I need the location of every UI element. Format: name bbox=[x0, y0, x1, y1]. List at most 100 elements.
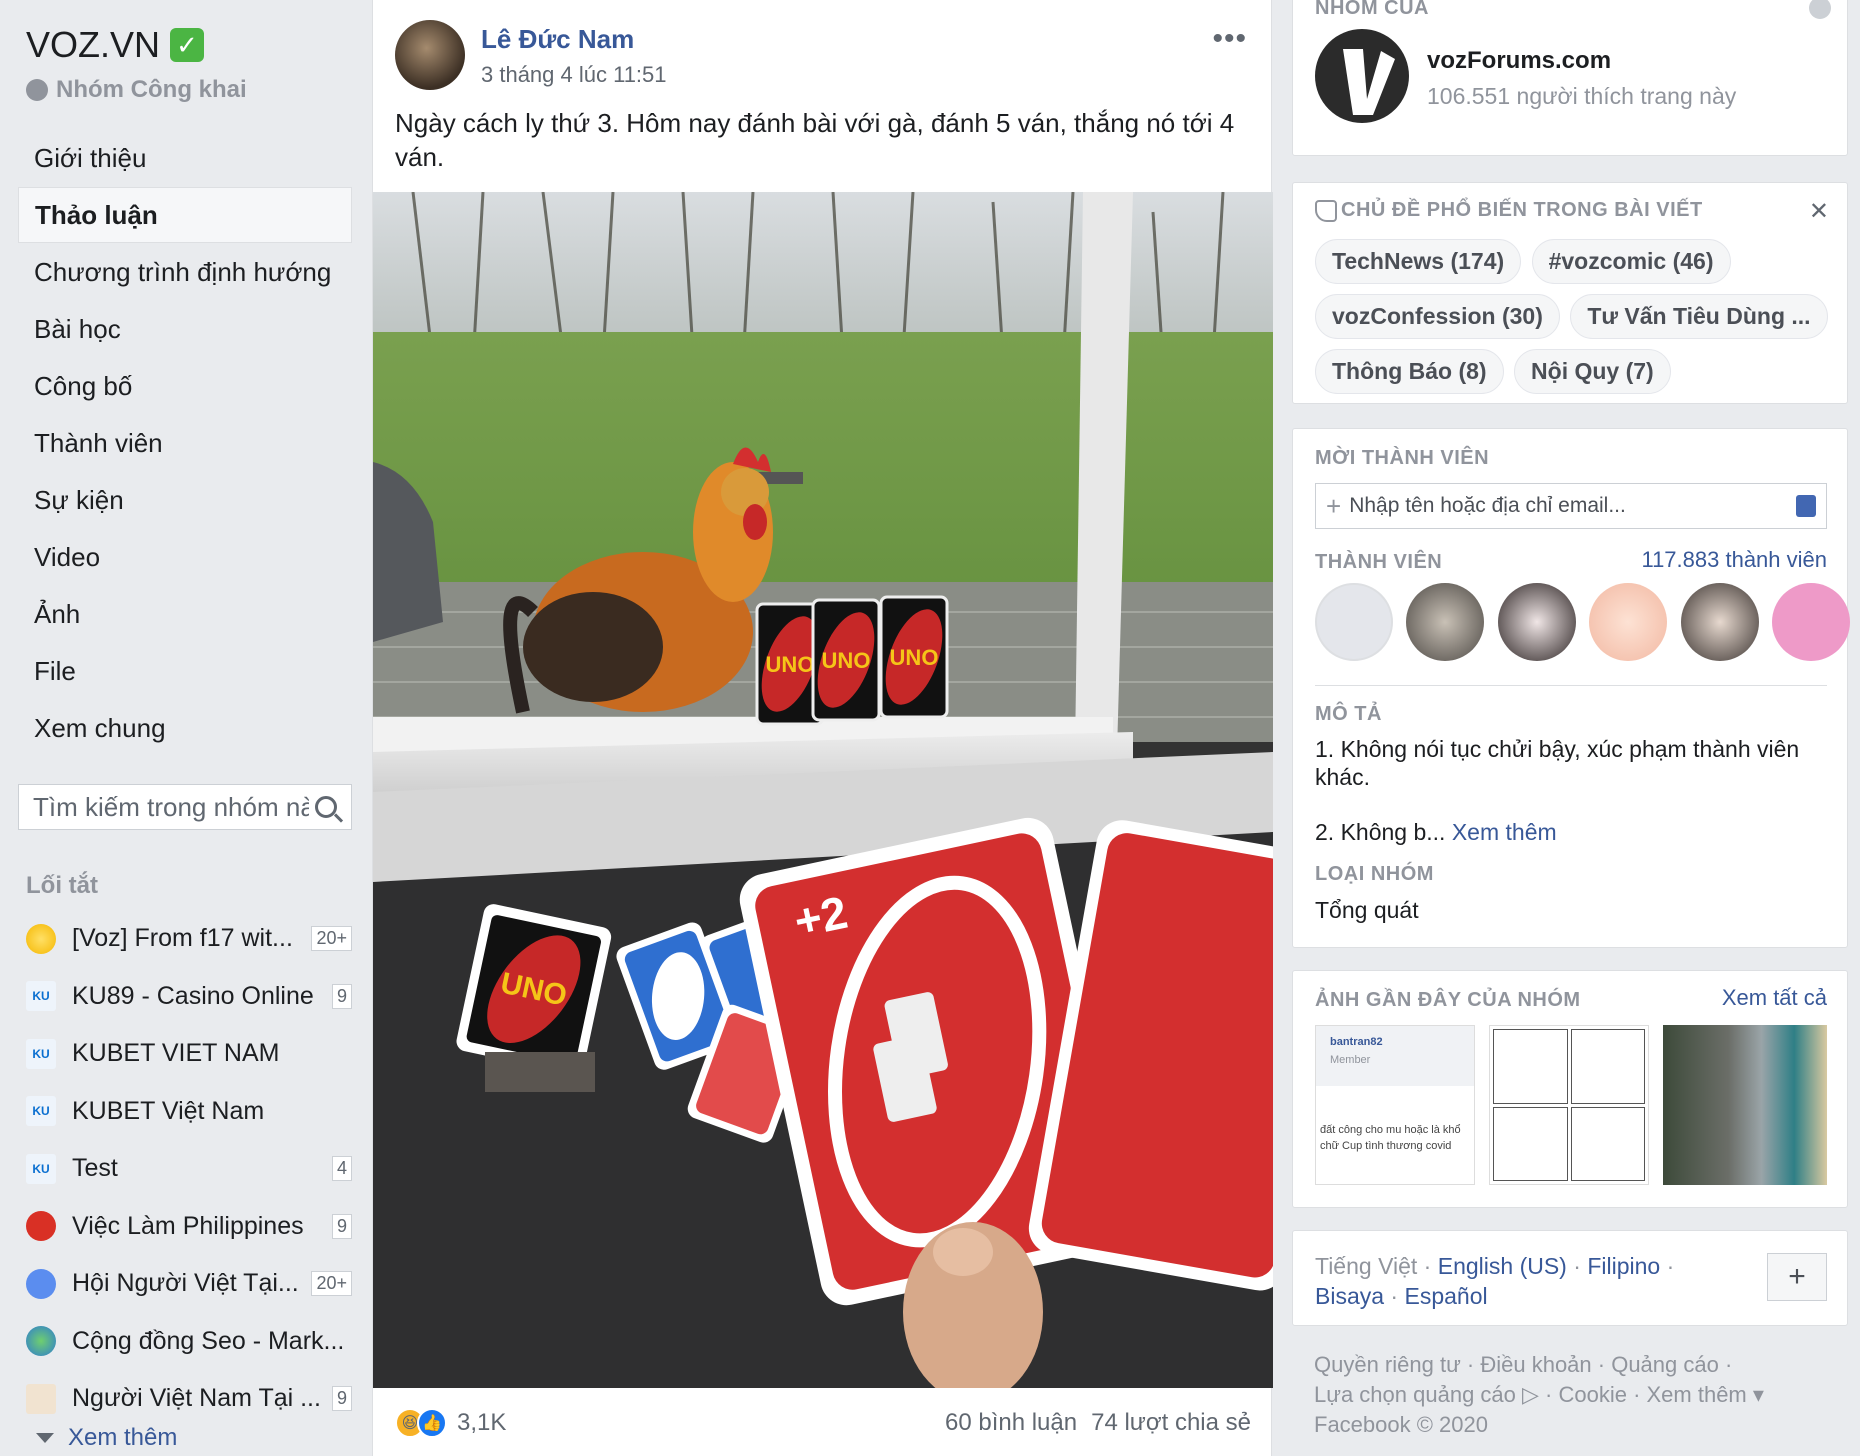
nav-item-videos[interactable]: Video bbox=[18, 529, 352, 585]
add-language-button[interactable]: + bbox=[1767, 1253, 1827, 1301]
post-author[interactable]: Lê Đức Nam bbox=[481, 24, 634, 55]
avatar[interactable] bbox=[1772, 583, 1851, 661]
shortcut-label: [Voz] From f17 wit... bbox=[72, 924, 293, 953]
language-option[interactable]: English (US) bbox=[1438, 1253, 1567, 1279]
topic-chips: TechNews (174) #vozcomic (46) vozConfess… bbox=[1315, 239, 1835, 404]
globe-icon bbox=[26, 79, 48, 101]
nav-item-files[interactable]: File bbox=[18, 643, 352, 699]
description-line-1: 1. Không nói tục chửi bậy, xúc phạm thàn… bbox=[1315, 736, 1800, 790]
topic-chip[interactable]: #vozcomic (46) bbox=[1531, 239, 1731, 284]
search-icon[interactable] bbox=[315, 796, 337, 818]
group-owner-card: NHÓM CỦA vozForums.com 106.551 người thí… bbox=[1292, 0, 1848, 156]
nav-item-lessons[interactable]: Bài học bbox=[18, 301, 352, 357]
member-avatars bbox=[1315, 583, 1859, 666]
shortcut-item[interactable]: Hội Người Việt Tại... 20+ bbox=[26, 1255, 352, 1313]
footer-line-1[interactable]: Quyền riêng tư · Điều khoản · Quảng cáo … bbox=[1314, 1350, 1834, 1380]
sun-icon bbox=[26, 923, 56, 954]
page-name[interactable]: vozForums.com bbox=[1427, 47, 1611, 75]
group-type-title: LOẠI NHÓM bbox=[1315, 863, 1434, 885]
shortcut-label: KU89 - Casino Online bbox=[72, 981, 314, 1010]
recent-photos-title: ẢNH GẦN ĐÂY CỦA NHÓM bbox=[1315, 989, 1581, 1011]
post-text: Ngày cách ly thứ 3. Hôm nay đánh bài với… bbox=[395, 108, 1235, 172]
tag-icon bbox=[1315, 199, 1337, 222]
language-option[interactable]: Español bbox=[1405, 1283, 1488, 1309]
nav-item-members[interactable]: Thành viên bbox=[18, 415, 352, 471]
description-see-more[interactable]: Xem thêm bbox=[1452, 819, 1557, 845]
uno-card-label: UNO bbox=[890, 645, 939, 670]
shortcut-item[interactable]: KU KUBET Việt Nam bbox=[26, 1083, 352, 1141]
footer-line-2[interactable]: Lựa chọn quảng cáo ▷ · Cookie · Xem thêm… bbox=[1314, 1380, 1834, 1410]
post-timestamp[interactable]: 3 tháng 4 lúc 11:51 bbox=[481, 62, 667, 88]
nav-item-watch-party[interactable]: Xem chung bbox=[18, 700, 352, 756]
photo-thumbnail[interactable] bbox=[1663, 1025, 1827, 1185]
post-photo[interactable]: UNO UNO UNO UNO +2 bbox=[373, 192, 1273, 1388]
post-options-icon[interactable]: ••• bbox=[1212, 22, 1247, 56]
topic-chip[interactable]: Tư Vấn Tiêu Dùng ... bbox=[1570, 294, 1828, 339]
shortcut-item[interactable]: Cộng đồng Seo - Mark... bbox=[26, 1313, 352, 1371]
page-likes: 106.551 người thích trang này bbox=[1427, 83, 1737, 109]
description-truncated: 2. Không b... bbox=[1315, 819, 1446, 845]
like-reaction-icon[interactable]: 👍 bbox=[417, 1408, 447, 1438]
uno-card-label: UNO bbox=[766, 652, 815, 677]
address-book-icon[interactable] bbox=[1796, 495, 1816, 517]
nav-item-about[interactable]: Giới thiệu bbox=[18, 130, 352, 186]
owner-heading: NHÓM CỦA bbox=[1315, 0, 1429, 19]
language-option[interactable]: Filipino bbox=[1587, 1253, 1660, 1279]
avatar[interactable] bbox=[1497, 583, 1576, 661]
house-icon bbox=[26, 1383, 56, 1414]
topic-chip[interactable]: Nội Quy (7) bbox=[1514, 349, 1671, 394]
avatar[interactable] bbox=[1589, 583, 1668, 661]
shortcut-badge: 9 bbox=[331, 1386, 352, 1412]
vozforums-logo[interactable] bbox=[1315, 29, 1409, 123]
avatar[interactable] bbox=[1315, 583, 1393, 661]
language-list: Tiếng Việt · English (US) · Filipino · B… bbox=[1315, 1253, 1675, 1309]
topic-chip[interactable]: vozConfession (30) bbox=[1315, 294, 1560, 339]
shortcut-item[interactable]: Người Việt Nam Tại ... 9 bbox=[26, 1370, 352, 1428]
author-avatar[interactable] bbox=[395, 20, 465, 90]
shortcut-label: Việc Làm Philippines bbox=[72, 1211, 304, 1240]
ku-logo-icon: KU bbox=[26, 981, 56, 1012]
photo-thumbnail[interactable] bbox=[1489, 1025, 1649, 1185]
v-logo-icon bbox=[1343, 49, 1395, 115]
members-title: THÀNH VIÊN bbox=[1315, 551, 1443, 573]
avatar[interactable] bbox=[1406, 583, 1485, 661]
comments-count[interactable]: 60 bình luận bbox=[945, 1409, 1077, 1437]
group-name[interactable]: VOZ.VN bbox=[26, 24, 160, 66]
close-icon[interactable]: ✕ bbox=[1809, 197, 1829, 226]
topics-header: CHỦ ĐỀ PHỔ BIẾN TRONG BÀI VIẾT bbox=[1315, 199, 1703, 222]
shortcut-item[interactable]: KU Test 4 bbox=[26, 1140, 352, 1198]
shortcut-label: Người Việt Nam Tại ... bbox=[72, 1384, 321, 1413]
group-search-input[interactable]: Tìm kiếm trong nhóm này bbox=[18, 784, 352, 830]
group-title[interactable]: VOZ.VN ✓ bbox=[26, 24, 205, 66]
shortcuts-see-more[interactable]: Xem thêm bbox=[36, 1424, 177, 1452]
info-icon[interactable] bbox=[1809, 0, 1831, 19]
topic-chip[interactable]: TechNews (174) bbox=[1315, 239, 1522, 284]
see-all-photos[interactable]: Xem tất cả bbox=[1722, 985, 1827, 1011]
nav-item-onboarding[interactable]: Chương trình định hướng bbox=[18, 244, 352, 300]
members-count[interactable]: 117.883 thành viên bbox=[1641, 547, 1827, 573]
uno-card-label: UNO bbox=[822, 648, 871, 673]
nav-item-announcements[interactable]: Công bố bbox=[18, 358, 352, 414]
shortcut-item[interactable]: KU KUBET VIET NAM bbox=[26, 1025, 352, 1083]
shares-count[interactable]: 74 lượt chia sẻ bbox=[1091, 1409, 1251, 1437]
shortcuts-list: [Voz] From f17 wit... 20+ KU KU89 - Casi… bbox=[26, 910, 352, 1428]
invite-input[interactable]: + Nhập tên hoặc địa chỉ email... bbox=[1315, 483, 1827, 529]
ku-logo-icon: KU bbox=[26, 1038, 56, 1069]
shortcut-label: Hội Người Việt Tại... bbox=[72, 1269, 299, 1298]
photo-thumbnail[interactable]: bantran82 Member đất công cho mu hoặc là… bbox=[1315, 1025, 1475, 1185]
language-card: Tiếng Việt · English (US) · Filipino · B… bbox=[1292, 1230, 1848, 1326]
reactions-count[interactable]: 3,1K bbox=[457, 1409, 506, 1437]
plus-two-label: +2 bbox=[790, 886, 852, 948]
nav-item-photos[interactable]: Ảnh bbox=[18, 586, 352, 642]
language-option[interactable]: Bisaya bbox=[1315, 1283, 1384, 1309]
shortcut-item[interactable]: Việc Làm Philippines 9 bbox=[26, 1198, 352, 1256]
avatar[interactable] bbox=[1680, 583, 1759, 661]
nav-item-events[interactable]: Sự kiện bbox=[18, 472, 352, 528]
topic-chip[interactable]: Thông Báo (8) bbox=[1315, 349, 1504, 394]
nav-item-discussion[interactable]: Thảo luận bbox=[18, 187, 352, 243]
group-type-value: Tổng quát bbox=[1315, 897, 1419, 923]
ku-logo-icon: KU bbox=[26, 1153, 56, 1184]
shortcut-item[interactable]: KU KU89 - Casino Online 9 bbox=[26, 968, 352, 1026]
thumb-text: đất công cho mu hoặc là khổ chữ Cup tình… bbox=[1320, 1124, 1461, 1152]
shortcut-item[interactable]: [Voz] From f17 wit... 20+ bbox=[26, 910, 352, 968]
